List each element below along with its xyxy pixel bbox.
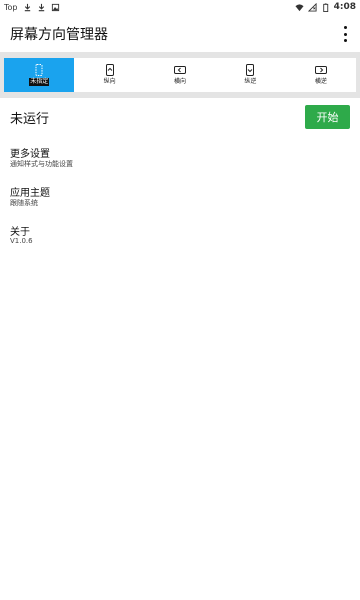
unspecified-icon (35, 64, 43, 76)
carrier-label: Top (4, 3, 18, 12)
status-bar: Top 4:08 (0, 0, 360, 16)
setting-app-theme[interactable]: 应用主题 跟随系统 (0, 184, 360, 214)
service-status-row: 未运行 开始 (0, 104, 360, 130)
status-bar-left: Top (4, 3, 60, 12)
mode-label-reverse-landscape: 横逆 (314, 78, 327, 85)
battery-icon (322, 2, 328, 12)
wifi-icon (295, 3, 304, 11)
mode-label-portrait: 纵向 (103, 78, 116, 85)
page-title: 屏幕方向管理器 (10, 27, 108, 43)
setting-subtitle: 跟随系统 (10, 199, 38, 207)
clock: 4:08 (333, 2, 356, 12)
landscape-icon (174, 66, 187, 74)
setting-more-settings[interactable]: 更多设置 通知样式与功能设置 (0, 145, 360, 175)
setting-about[interactable]: 关于 V1.0.6 (0, 223, 360, 253)
download-icon (24, 3, 30, 12)
mode-reverse-portrait[interactable]: 纵逆 (215, 58, 285, 92)
mode-label-landscape: 横向 (174, 78, 187, 85)
mode-unspecified[interactable]: 未指定 (4, 58, 75, 92)
setting-subtitle: V1.0.6 (10, 237, 33, 245)
service-status-text: 未运行 (10, 112, 50, 127)
start-button[interactable]: 开始 (305, 105, 350, 129)
app-bar: 屏幕方向管理器 (0, 16, 360, 52)
mode-label-unspecified: 未指定 (29, 78, 50, 86)
reverse-landscape-icon (314, 66, 327, 74)
reverse-portrait-icon (246, 64, 255, 76)
image-notification-icon (51, 3, 59, 12)
status-bar-right: 4:08 (295, 2, 356, 12)
setting-title: 关于 (10, 227, 30, 238)
more-vert-icon[interactable] (340, 26, 350, 42)
setting-title: 更多设置 (10, 149, 50, 160)
mode-reverse-landscape[interactable]: 横逆 (286, 58, 356, 92)
download-icon-2 (38, 3, 44, 12)
orientation-mode-panel: 未指定 纵向 横向 纵逆 横逆 (0, 52, 360, 98)
no-signal-icon (307, 2, 317, 12)
mode-label-reverse-portrait: 纵逆 (244, 78, 257, 85)
orientation-mode-selector: 未指定 纵向 横向 纵逆 横逆 (4, 58, 356, 92)
setting-title: 应用主题 (10, 188, 50, 199)
mode-portrait[interactable]: 纵向 (74, 58, 144, 92)
mode-landscape[interactable]: 横向 (145, 58, 215, 92)
setting-subtitle: 通知样式与功能设置 (10, 160, 73, 168)
portrait-icon (105, 64, 114, 76)
